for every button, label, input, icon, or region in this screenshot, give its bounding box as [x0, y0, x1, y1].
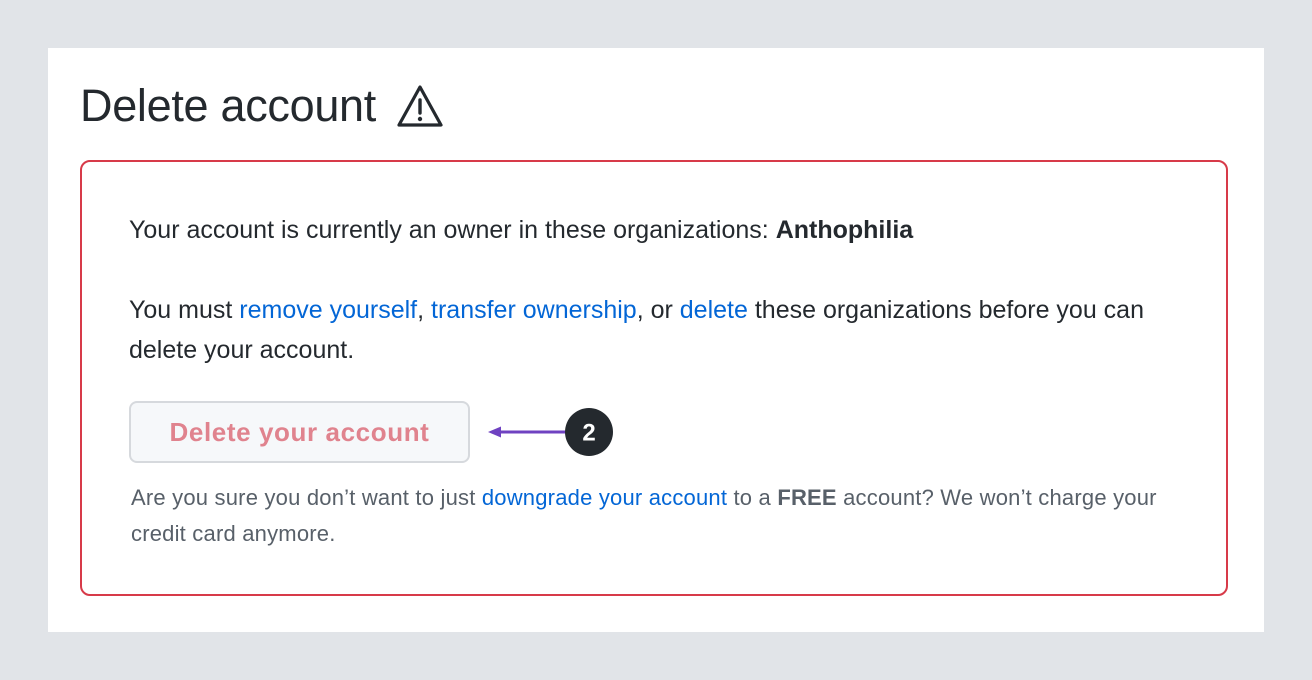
must-prefix: You must	[129, 296, 233, 324]
page-title: Delete account	[80, 80, 376, 131]
remove-yourself-link[interactable]: remove yourself	[239, 296, 417, 324]
owner-text: Your account is currently an owner in th…	[129, 216, 769, 244]
organization-name: Anthophilia	[775, 216, 914, 244]
danger-zone-box: Your account is currently an owner in th…	[80, 160, 1228, 596]
callout-arrow-head	[488, 426, 501, 438]
title-row: Delete account	[80, 76, 444, 136]
delete-organization-link[interactable]: delete	[680, 296, 748, 324]
owner-organizations-text: Your account is currently an owner in th…	[129, 210, 913, 250]
transfer-ownership-link[interactable]: transfer ownership	[431, 296, 637, 324]
ownership-instructions: You must remove yourself, transfer owner…	[129, 290, 1219, 370]
separator-or: , or	[636, 296, 673, 324]
step-number: 2	[582, 420, 595, 447]
note-prefix: Are you sure you don’t want to just	[131, 485, 476, 510]
warning-icon	[396, 83, 444, 131]
free-plan-label: FREE	[777, 485, 837, 510]
delete-account-card: Delete account Your account is currently…	[48, 48, 1264, 632]
downgrade-account-link[interactable]: downgrade your account	[482, 485, 727, 510]
note-middle: to a	[733, 485, 771, 510]
downgrade-note: Are you sure you don’t want to just down…	[131, 480, 1191, 552]
separator-comma: ,	[417, 296, 425, 324]
delete-account-button[interactable]: Delete your account	[129, 401, 470, 463]
step-callout: 2	[488, 408, 613, 456]
